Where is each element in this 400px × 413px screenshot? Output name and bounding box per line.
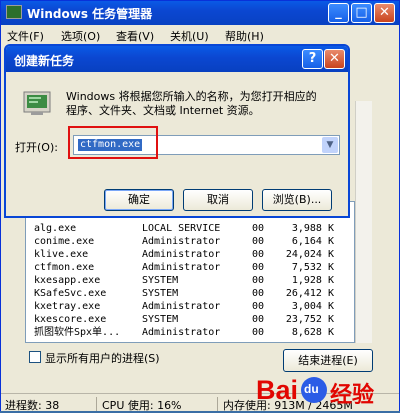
cancel-button[interactable]: 取消: [183, 189, 253, 211]
menu-options[interactable]: 选项(O): [61, 28, 100, 44]
title-bar[interactable]: Windows 任务管理器 _ □ ✕: [1, 1, 399, 25]
table-row[interactable]: 抓图软件Spx单... Administrator 00 8,628 K: [34, 326, 354, 339]
table-row[interactable]: alg.exe LOCAL SERVICE 00 3,988 K: [34, 222, 354, 235]
process-list-scrollbar[interactable]: [355, 101, 372, 343]
task-manager-window: Windows 任务管理器 _ □ ✕ 文件(F) 选项(O) 查看(V) 关机…: [0, 0, 400, 412]
dialog-title-bar[interactable]: 创建新任务 ? ✕: [6, 46, 348, 72]
menu-help[interactable]: 帮助(H): [225, 28, 264, 44]
process-list: alg.exe LOCAL SERVICE 00 3,988 K conime.…: [25, 201, 355, 343]
app-icon: [6, 5, 22, 19]
help-button[interactable]: ?: [302, 49, 323, 69]
menu-shutdown[interactable]: 关机(U): [170, 28, 209, 44]
open-label: 打开(O):: [15, 141, 58, 154]
window-title: Windows 任务管理器: [27, 7, 153, 21]
table-row[interactable]: klive.exe Administrator 00 24,024 K: [34, 248, 354, 261]
minimize-button[interactable]: _: [328, 3, 349, 23]
dialog-title: 创建新任务: [14, 54, 75, 68]
baidu-jingyan-watermark: Bai du 经验: [256, 373, 400, 412]
watermark-du: du: [304, 382, 319, 396]
status-divider: [217, 397, 218, 411]
create-new-task-dialog: 创建新任务 ? ✕ Windows 将根据您所输入的名称，为您打开相应的 程序、…: [4, 44, 350, 218]
dialog-run-icon: [23, 91, 51, 115]
dropdown-arrow-icon[interactable]: ▼: [322, 137, 338, 153]
table-row[interactable]: KSafeSvc.exe SYSTEM 00 26,412 K: [34, 287, 354, 300]
table-row[interactable]: kxetray.exe Administrator 00 3,004 K: [34, 300, 354, 313]
table-row[interactable]: conime.exe Administrator 00 6,164 K: [34, 235, 354, 248]
ok-button[interactable]: 确定: [104, 189, 174, 211]
close-button[interactable]: ✕: [374, 3, 395, 23]
menu-bar: 文件(F) 选项(O) 查看(V) 关机(U) 帮助(H): [1, 25, 399, 44]
table-row[interactable]: kxescore.exe SYSTEM 00 23,752 K: [34, 313, 354, 326]
table-row[interactable]: ctfmon.exe Administrator 00 7,532 K: [34, 261, 354, 274]
show-all-users-label: 显示所有用户的进程(S): [45, 352, 160, 365]
dialog-description: Windows 将根据您所输入的名称，为您打开相应的 程序、文件夹、文档或 In…: [66, 90, 317, 117]
menu-view[interactable]: 查看(V): [116, 28, 154, 44]
status-divider: [96, 397, 97, 411]
annotation-highlight-box: [68, 126, 158, 159]
table-row[interactable]: kxesapp.exe SYSTEM 00 1,928 K: [34, 274, 354, 287]
watermark-jingyan: 经验: [330, 383, 375, 408]
menu-file[interactable]: 文件(F): [7, 28, 44, 44]
browse-button[interactable]: 浏览(B)...: [262, 189, 332, 211]
dialog-close-button[interactable]: ✕: [324, 49, 345, 69]
show-all-users-checkbox[interactable]: [29, 351, 41, 363]
maximize-button[interactable]: □: [351, 3, 372, 23]
end-process-button[interactable]: 结束进程(E): [283, 349, 373, 372]
watermark-bai: Bai: [256, 375, 299, 405]
